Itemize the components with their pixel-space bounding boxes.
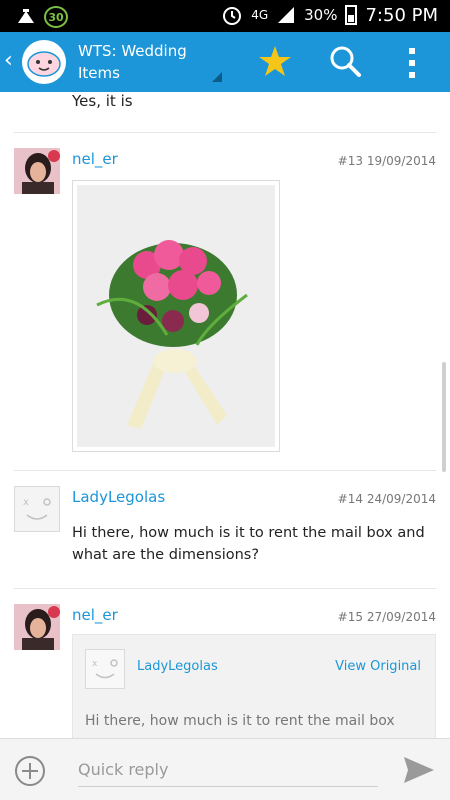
avatar[interactable]: x [14, 486, 60, 532]
star-icon[interactable] [258, 44, 292, 78]
clock: 7:50 PM [365, 4, 438, 26]
quote-block: x LadyLegolas View Original Hi there, ho… [72, 634, 436, 738]
quote-avatar: x [85, 649, 125, 689]
bouquet-image [77, 185, 275, 447]
post-body: Hi there, how much is it to rent the mai… [72, 525, 425, 563]
search-icon[interactable] [328, 44, 362, 78]
dropdown-indicator-icon[interactable] [212, 72, 222, 82]
avatar[interactable] [14, 604, 60, 650]
default-avatar-icon: x [92, 659, 118, 679]
thread-content[interactable]: Yes, it is nel_er #13 19/09/2014 x LadyL… [0, 92, 450, 738]
post-date: 27/09/2014 [366, 610, 436, 624]
previous-post-text: Yes, it is [72, 92, 133, 110]
forum-logo-icon[interactable] [22, 40, 66, 84]
post-author[interactable]: nel_er [72, 150, 118, 168]
quick-reply-input[interactable] [78, 753, 378, 787]
avatar-photo [14, 604, 60, 650]
signal-icon [278, 7, 295, 23]
more-vertical-icon[interactable] [402, 46, 422, 80]
post-13: nel_er #13 19/09/2014 [0, 144, 450, 464]
quote-text: Hi there, how much is it to rent the mai… [85, 713, 395, 729]
network-type: 4G [251, 8, 269, 22]
quote-author[interactable]: LadyLegolas [137, 659, 218, 674]
post-meta: #15 27/09/2014 [338, 610, 436, 624]
svg-text:x: x [23, 497, 29, 508]
post-image[interactable] [72, 180, 280, 452]
thread-title[interactable]: WTS: Wedding Items [78, 40, 218, 84]
battery-icon [345, 5, 358, 25]
post-author[interactable]: LadyLegolas [72, 488, 165, 506]
avatar-photo [14, 148, 60, 194]
quick-reply-bar [0, 738, 450, 800]
status-bar-left: 30 [16, 6, 68, 28]
notification-icon [18, 9, 34, 23]
view-original-link[interactable]: View Original [335, 659, 421, 674]
alarm-icon [223, 7, 242, 25]
post-author[interactable]: nel_er [72, 606, 118, 624]
post-14: x LadyLegolas #14 24/09/2014 Hi there, h… [0, 482, 450, 582]
post-15: nel_er #15 27/09/2014 x LadyLegolas View… [0, 600, 450, 738]
post-meta: #14 24/09/2014 [338, 492, 436, 506]
status-bar-right: 4G 30% 7:50 PM [221, 4, 438, 26]
post-number: #15 [337, 610, 363, 624]
notification-badge: 30 [44, 6, 68, 28]
plus-circle-icon[interactable] [14, 755, 46, 787]
status-bar: 30 4G 30% 7:50 PM [0, 0, 450, 32]
default-avatar-icon: x [23, 497, 51, 520]
post-divider [14, 132, 436, 133]
chevron-left-icon[interactable]: ‹ [4, 48, 18, 73]
post-divider [14, 470, 436, 471]
scrollbar[interactable] [442, 362, 446, 472]
post-date: 19/09/2014 [366, 154, 436, 168]
action-bar: ‹ WTS: Wedding Items [0, 32, 450, 92]
post-number: #14 [337, 492, 363, 506]
post-date: 24/09/2014 [366, 492, 436, 506]
battery-percent: 30% [304, 6, 338, 24]
send-icon[interactable] [402, 755, 436, 785]
bouquet-illustration [77, 185, 275, 447]
svg-text:x: x [92, 659, 98, 669]
post-meta: #13 19/09/2014 [338, 154, 436, 168]
post-number: #13 [337, 154, 363, 168]
post-divider [14, 588, 436, 589]
avatar[interactable] [14, 148, 60, 194]
